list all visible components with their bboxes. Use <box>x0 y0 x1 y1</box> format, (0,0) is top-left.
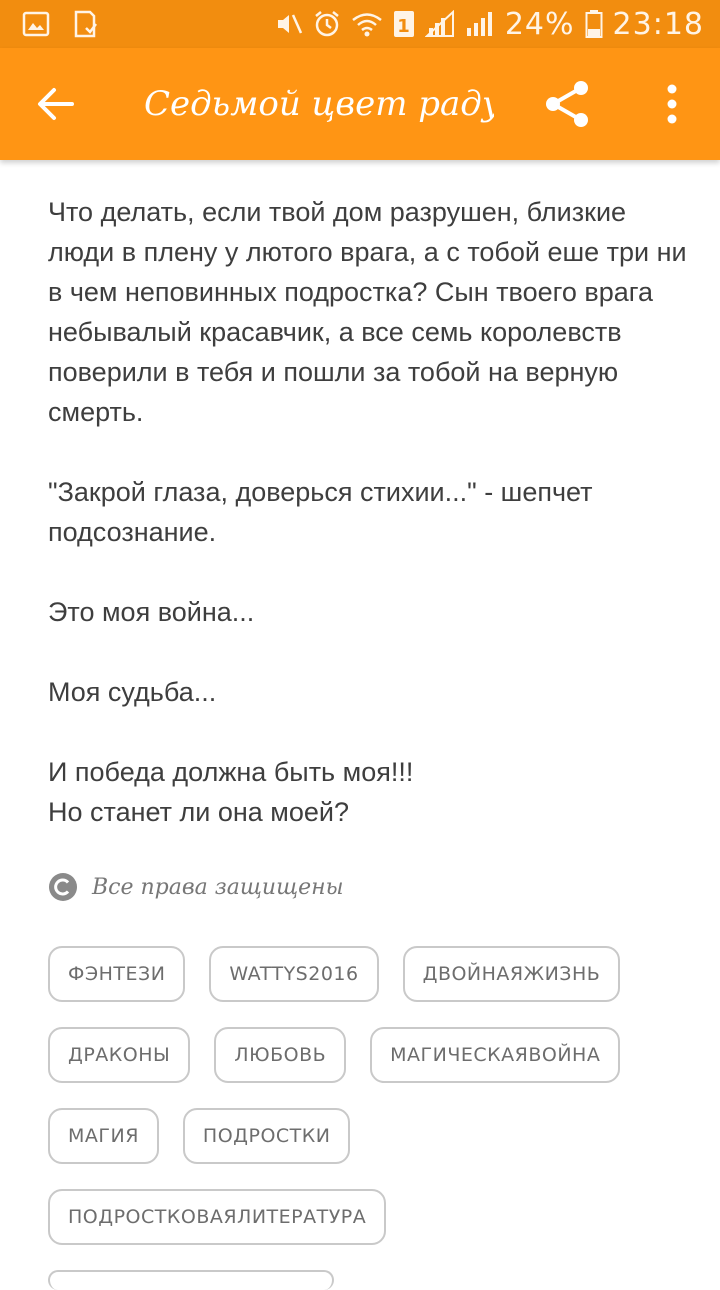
tag-chip[interactable]: ФЭНТЕЗИ <box>48 946 186 1002</box>
status-bar: 1 24% 23:18 <box>0 0 720 48</box>
share-icon <box>546 81 588 127</box>
signal-icon <box>424 10 455 38</box>
clock: 23:18 <box>612 6 704 42</box>
description-paragraph: "Закрой глаза, доверься стихии..." - шеп… <box>48 477 593 547</box>
story-title: Седьмой цвет раду... <box>144 84 494 124</box>
signal-icon <box>465 10 495 38</box>
description-paragraph: И победа должна быть моя!!! <box>48 757 414 787</box>
gallery-icon <box>22 11 50 37</box>
copyright-icon <box>49 873 77 901</box>
tag-chip[interactable]: ЛЮБОВЬ <box>214 1027 347 1083</box>
tag-chip[interactable]: ДВОЙНАЯЖИЗНЬ <box>402 946 621 1002</box>
mute-icon <box>275 11 303 37</box>
description-paragraph: Это моя война... <box>48 597 255 627</box>
more-options-button[interactable] <box>646 76 698 132</box>
more-vert-icon <box>667 84 677 124</box>
copyright-notice: Все права защищены <box>48 872 344 902</box>
tag-list: ФЭНТЕЗИ WATTYS2016 ДВОЙНАЯЖИЗНЬ ДРАКОНЫ … <box>48 946 688 1290</box>
alarm-icon <box>313 10 341 38</box>
battery-percentage: 24% <box>504 6 575 42</box>
tag-chip[interactable]: МАГИЯ <box>48 1108 159 1164</box>
battery-icon <box>585 9 603 39</box>
description-paragraph: Что делать, если твой дом разрушен, близ… <box>48 197 687 427</box>
wifi-icon <box>351 11 383 37</box>
tag-chip[interactable]: WATTYS2016 <box>209 946 379 1002</box>
tag-chip[interactable]: ПОДРОСТКОВАЯЛИТЕРАТУРА <box>48 1189 387 1245</box>
copyright-text: Все права защищены <box>92 874 344 900</box>
sd-card-icon <box>72 10 98 38</box>
story-description: Что делать, если твой дом разрушен, близ… <box>48 192 688 832</box>
tag-chip[interactable]: ДРАКОНЫ <box>48 1027 191 1083</box>
sim-icon: 1 <box>393 10 415 38</box>
description-paragraph: Но станет ли она моей? <box>48 797 349 827</box>
svg-text:1: 1 <box>397 16 411 37</box>
share-button[interactable] <box>538 76 598 132</box>
tag-chip[interactable]: ПОДРОСТКИ <box>182 1108 351 1164</box>
description-paragraph: Моя судьба... <box>48 677 217 707</box>
arrow-left-icon <box>38 88 74 120</box>
back-button[interactable] <box>28 76 84 132</box>
tag-chip-partial[interactable] <box>48 1270 334 1290</box>
tag-chip[interactable]: МАГИЧЕСКАЯВОЙНА <box>370 1027 621 1083</box>
app-bar: Седьмой цвет раду... <box>0 48 720 160</box>
